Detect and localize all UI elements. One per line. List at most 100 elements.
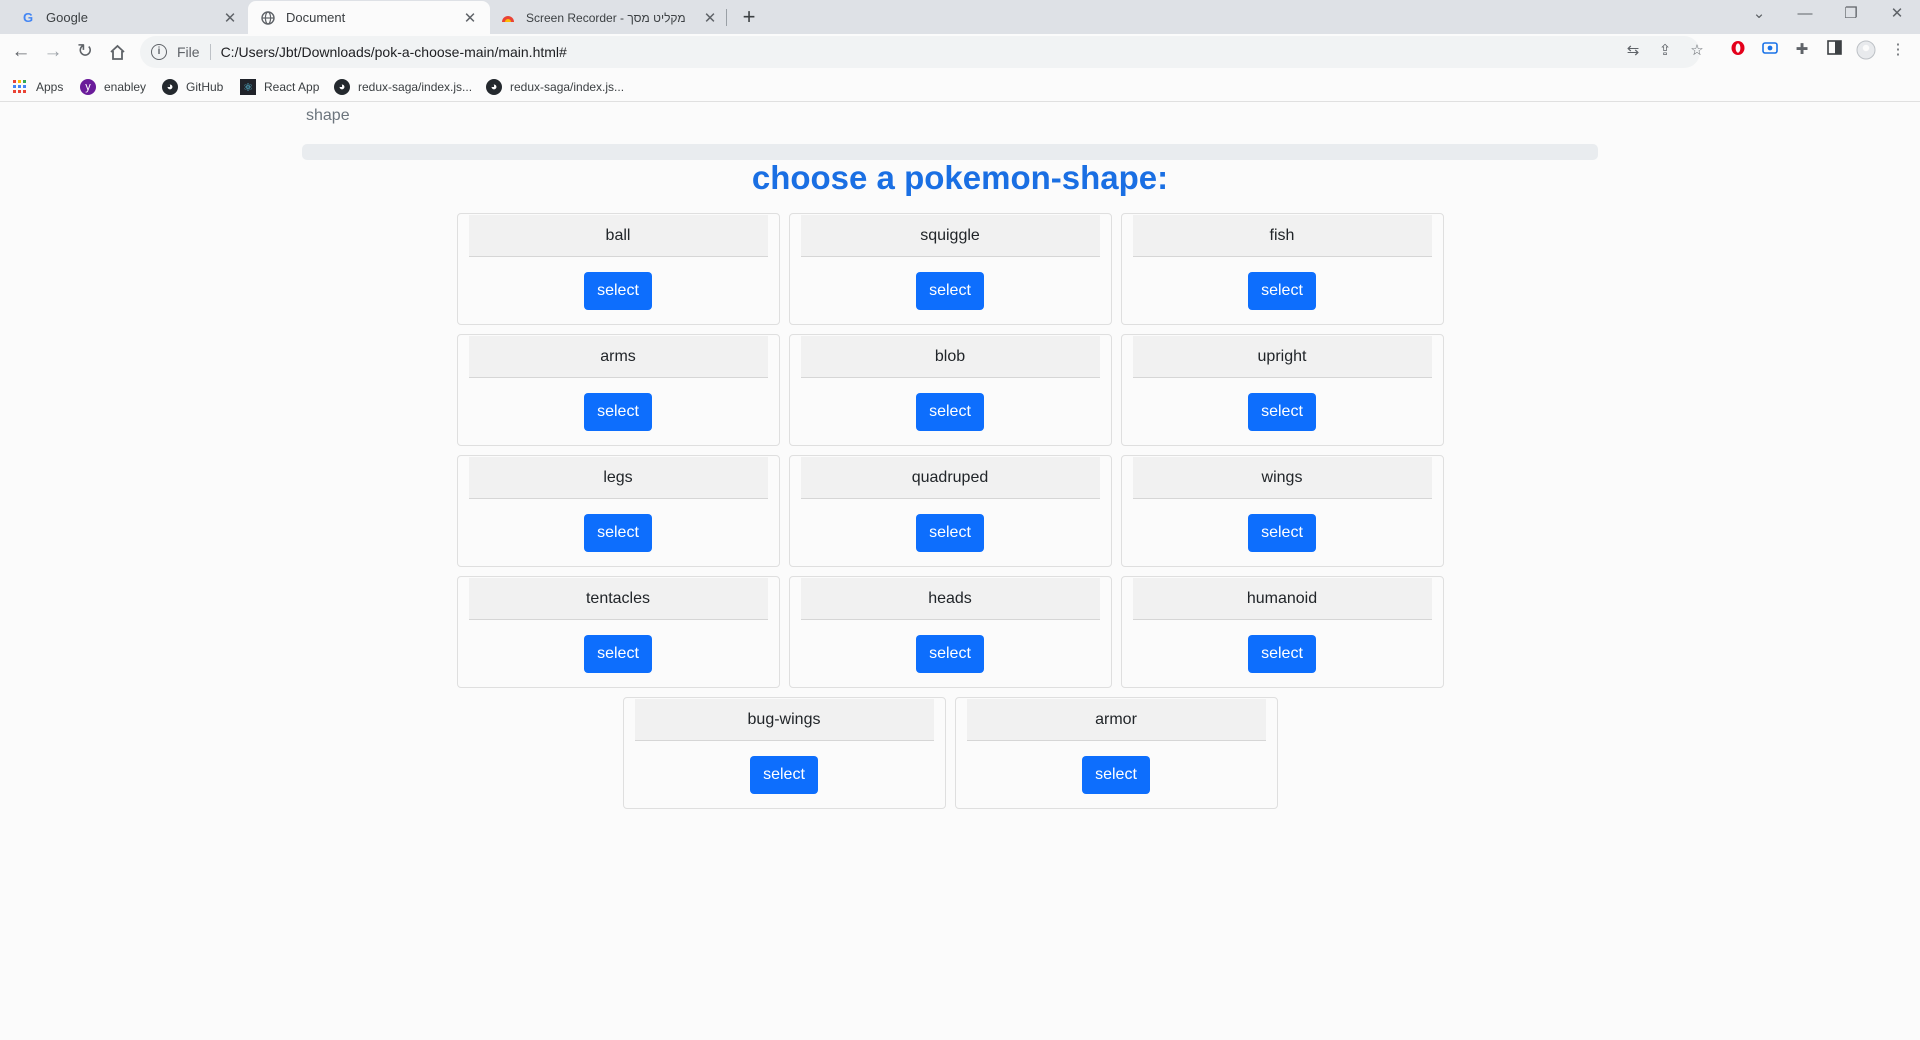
- tab-title: Document: [286, 10, 346, 25]
- github-icon: ◕: [486, 79, 502, 95]
- tab-screen-recorder[interactable]: Screen Recorder - מקליט מסך ✕: [488, 1, 730, 34]
- side-panel-icon[interactable]: [1824, 40, 1844, 60]
- select-button[interactable]: select: [584, 272, 652, 310]
- home-button[interactable]: [102, 37, 132, 67]
- shape-name: armor: [966, 699, 1266, 741]
- tab-google[interactable]: G Google ✕: [8, 1, 250, 34]
- shape-card-arms: arms select: [456, 334, 780, 446]
- new-tab-button[interactable]: +: [735, 4, 763, 32]
- shape-card-bug-wings: bug-wings select: [622, 697, 946, 809]
- shape-card-armor: armor select: [954, 697, 1278, 809]
- info-icon[interactable]: i: [151, 44, 167, 60]
- select-button[interactable]: select: [1248, 514, 1316, 552]
- profile-avatar-icon[interactable]: [1856, 40, 1876, 60]
- react-icon: ⚛: [240, 79, 256, 95]
- shape-name: blob: [800, 336, 1100, 378]
- shape-card-upright: upright select: [1120, 334, 1444, 446]
- address-scheme: File: [177, 44, 200, 60]
- minimize-button[interactable]: —: [1782, 0, 1828, 30]
- shape-name: bug-wings: [634, 699, 934, 741]
- shape-card-tentacles: tentacles select: [456, 576, 780, 688]
- address-bar[interactable]: i File C:/Users/Jbt/Downloads/pok-a-choo…: [140, 36, 1700, 68]
- shape-name: upright: [1132, 336, 1432, 378]
- tab-title: Screen Recorder - מקליט מסך: [526, 10, 686, 25]
- opera-extension-icon[interactable]: [1728, 40, 1748, 60]
- shape-card-squiggle: squiggle select: [788, 213, 1112, 325]
- shape-name: quadruped: [800, 457, 1100, 499]
- select-button[interactable]: select: [916, 272, 984, 310]
- tab-search-icon[interactable]: ⌄: [1736, 0, 1782, 30]
- shape-name: fish: [1132, 215, 1432, 257]
- select-button[interactable]: select: [916, 514, 984, 552]
- share-icon[interactable]: ⇪: [1656, 42, 1674, 60]
- bookmark-label: redux-saga/index.js...: [510, 80, 625, 94]
- address-url: C:/Users/Jbt/Downloads/pok-a-choose-main…: [220, 44, 567, 60]
- github-icon: ◕: [162, 79, 178, 95]
- shape-card-ball: ball select: [456, 213, 780, 325]
- shape-name: ball: [468, 215, 768, 257]
- shape-card-fish: fish select: [1120, 213, 1444, 325]
- shape-card-grid: ball select squiggle select fish select arms se…: [456, 213, 1444, 809]
- shape-name: squiggle: [800, 215, 1100, 257]
- shape-card-blob: blob select: [788, 334, 1112, 446]
- bookmark-label: React App: [264, 80, 320, 94]
- select-button[interactable]: select: [584, 393, 652, 431]
- bookmark-redux-saga-1[interactable]: ◕ redux-saga/index.js...: [334, 77, 472, 97]
- bookmark-label: Apps: [36, 80, 64, 94]
- tab-title: Google: [46, 10, 88, 25]
- browser-toolbar: ← → ↻ i File C:/Users/Jbt/Downloads/pok-…: [0, 34, 1920, 70]
- shape-name: legs: [468, 457, 768, 499]
- screen-recorder-extension-icon[interactable]: [1760, 40, 1780, 60]
- translate-icon[interactable]: ⇆: [1624, 42, 1642, 60]
- progress-bar: [302, 144, 1598, 160]
- page-heading: choose a pokemon-shape:: [751, 159, 1169, 196]
- reload-button[interactable]: ↻: [70, 37, 100, 67]
- bookmark-redux-saga-2[interactable]: ◕ redux-saga/index.js...: [486, 77, 624, 97]
- bookmark-github[interactable]: ◕ GitHub: [162, 77, 223, 97]
- select-button[interactable]: select: [916, 635, 984, 673]
- select-button[interactable]: select: [1248, 272, 1316, 310]
- bookmark-star-icon[interactable]: ☆: [1688, 42, 1706, 60]
- close-icon[interactable]: ✕: [462, 9, 478, 27]
- shape-name: arms: [468, 336, 768, 378]
- select-button[interactable]: select: [1248, 635, 1316, 673]
- globe-icon: [260, 10, 276, 26]
- bookmark-label: enabley: [104, 80, 147, 94]
- back-button[interactable]: ←: [6, 37, 36, 67]
- bookmarks-bar: Apps y enabley ◕ GitHub ⚛ React App ◕ re…: [0, 70, 1920, 102]
- address-divider: [209, 44, 211, 60]
- shape-card-legs: legs select: [456, 455, 780, 567]
- bookmark-label: redux-saga/index.js...: [358, 80, 473, 94]
- shape-card-quadruped: quadruped select: [788, 455, 1112, 567]
- google-icon: G: [22, 10, 34, 25]
- page-content: shape choose a pokemon-shape: ball select…: [0, 103, 1920, 1040]
- select-button[interactable]: select: [584, 635, 652, 673]
- bookmark-enabley[interactable]: y enabley: [80, 77, 146, 97]
- shape-name: humanoid: [1132, 578, 1432, 620]
- step-label: shape: [306, 107, 350, 124]
- shape-name: heads: [800, 578, 1100, 620]
- extensions-puzzle-icon[interactable]: ✚: [1792, 40, 1812, 60]
- tab-strip: G Google ✕ Document ✕ Screen Recorder - …: [0, 0, 1920, 34]
- restore-button[interactable]: ❐: [1828, 0, 1874, 30]
- select-button[interactable]: select: [584, 514, 652, 552]
- shape-name: wings: [1132, 457, 1432, 499]
- shape-name: tentacles: [468, 578, 768, 620]
- tab-document[interactable]: Document ✕: [248, 1, 490, 34]
- window-close-button[interactable]: ✕: [1874, 0, 1920, 30]
- select-button[interactable]: select: [916, 393, 984, 431]
- close-icon[interactable]: ✕: [702, 9, 718, 27]
- menu-kebab-icon[interactable]: ⋮: [1888, 40, 1908, 60]
- select-button[interactable]: select: [1248, 393, 1316, 431]
- recorder-icon: [500, 10, 516, 26]
- close-icon[interactable]: ✕: [222, 9, 238, 27]
- shape-card-wings: wings select: [1120, 455, 1444, 567]
- shape-card-humanoid: humanoid select: [1120, 576, 1444, 688]
- select-button[interactable]: select: [750, 756, 818, 794]
- bookmark-react-app[interactable]: ⚛ React App: [240, 77, 319, 97]
- select-button[interactable]: select: [1082, 756, 1150, 794]
- shape-card-heads: heads select: [788, 576, 1112, 688]
- forward-button[interactable]: →: [38, 37, 68, 67]
- tab-separator: [726, 9, 727, 26]
- bookmark-apps[interactable]: Apps: [12, 77, 63, 97]
